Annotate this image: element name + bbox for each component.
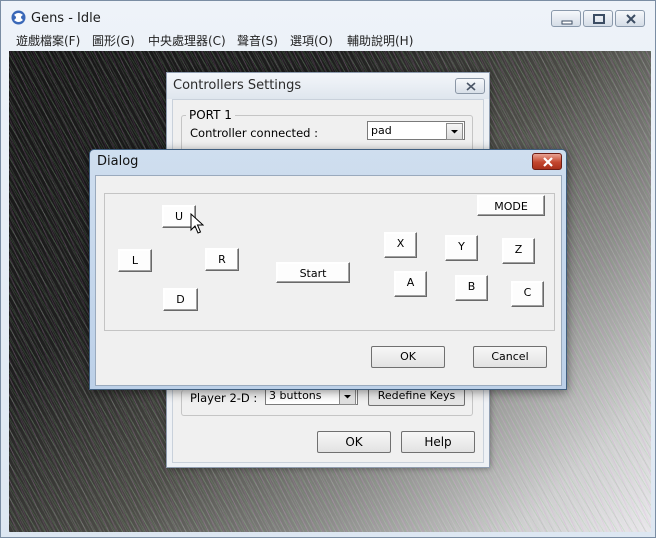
- key-start-button[interactable]: Start: [276, 262, 350, 283]
- controller-connected-select[interactable]: pad: [367, 121, 465, 140]
- controllers-titlebar: Controllers Settings: [167, 73, 489, 99]
- controller-connected-label: Controller connected :: [190, 126, 318, 140]
- dialog-body: U L R D Start MODE X Y Z A B C OK Cancel: [95, 175, 562, 386]
- minimize-icon: [561, 20, 573, 25]
- mouse-cursor-icon: [190, 213, 204, 234]
- controllers-close-button[interactable]: [455, 78, 485, 94]
- menu-graphics[interactable]: 圖形(G): [92, 32, 135, 49]
- window-title: Gens - Idle: [31, 11, 101, 26]
- menu-sound[interactable]: 聲音(S): [237, 32, 278, 49]
- menu-cpu[interactable]: 中央處理器(C): [148, 32, 226, 49]
- dialog-close-button[interactable]: [532, 153, 562, 170]
- key-mode-button[interactable]: MODE: [477, 195, 545, 216]
- key-b-button[interactable]: B: [455, 275, 488, 301]
- key-y-button[interactable]: Y: [445, 235, 478, 261]
- key-dialog-window: Dialog U L R D Start MODE X Y Z A B C OK…: [89, 149, 567, 390]
- chevron-down-icon: [446, 123, 463, 140]
- dialog-ok-button[interactable]: OK: [371, 346, 445, 368]
- controllers-title: Controllers Settings: [173, 78, 302, 93]
- maximize-icon: [593, 14, 605, 24]
- controller-connected-value: pad: [371, 124, 392, 137]
- port1-legend: PORT 1: [186, 108, 235, 122]
- key-d-button[interactable]: D: [163, 288, 198, 311]
- close-button[interactable]: [615, 10, 645, 27]
- menu-game-file[interactable]: 遊戲檔案(F): [16, 32, 80, 49]
- controllers-ok-button[interactable]: OK: [317, 431, 391, 453]
- key-l-button[interactable]: L: [118, 249, 152, 272]
- key-z-button[interactable]: Z: [502, 238, 535, 264]
- key-c-button[interactable]: C: [511, 281, 544, 307]
- maximize-button[interactable]: [583, 10, 613, 27]
- dialog-cancel-button[interactable]: Cancel: [473, 346, 547, 368]
- menu-bar: 遊戲檔案(F) 圖形(G) 中央處理器(C) 聲音(S) 選項(O) 輔助說明(…: [2, 29, 654, 49]
- menu-options[interactable]: 選項(O): [290, 32, 333, 49]
- player-2d-label: Player 2-D :: [190, 391, 258, 405]
- app-logo-icon: [11, 10, 26, 25]
- key-panel: U L R D Start MODE X Y Z A B C: [104, 193, 555, 331]
- close-icon: [543, 157, 553, 167]
- controllers-help-button[interactable]: Help: [401, 431, 475, 453]
- key-x-button[interactable]: X: [384, 232, 417, 258]
- close-icon: [466, 82, 476, 91]
- key-a-button[interactable]: A: [394, 271, 427, 297]
- close-icon: [626, 14, 636, 24]
- chevron-down-icon: [339, 389, 356, 405]
- player-2d-value: 3 buttons: [269, 389, 322, 402]
- dialog-title: Dialog: [97, 154, 139, 169]
- minimize-button[interactable]: [551, 10, 581, 27]
- menu-help[interactable]: 輔助說明(H): [347, 32, 413, 49]
- key-r-button[interactable]: R: [205, 248, 239, 271]
